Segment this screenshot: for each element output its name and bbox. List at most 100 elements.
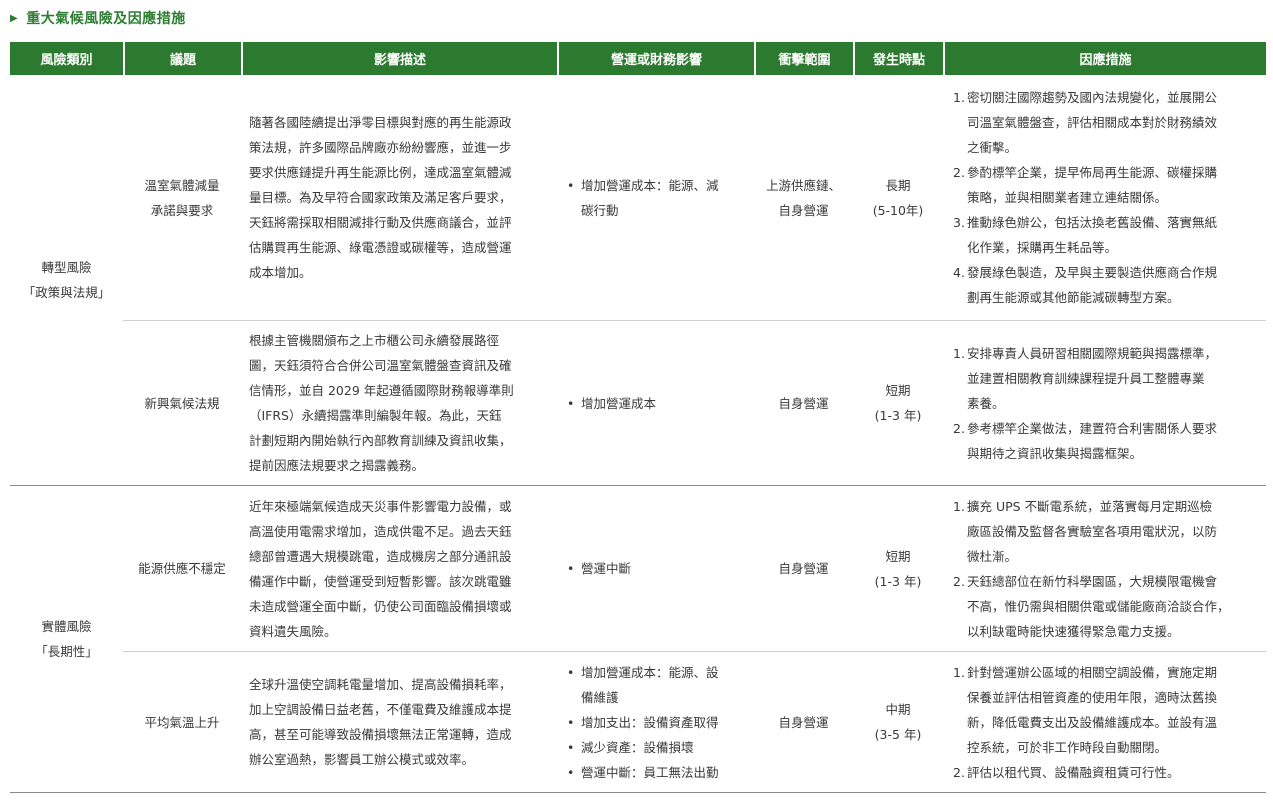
measure-text: 參考標竿企業做法，建置符合利害關係人要求 [967,420,1218,436]
measure-text: 之衝擊。 [967,140,1018,155]
scope-text: 自身營運 [778,395,829,411]
risk-category-sublabel: 「長期性」 [35,644,98,659]
time-horizon-cell: 短期 (1-3 年) [853,486,943,652]
issue-text: 溫室氣體減量 [144,177,220,193]
description-text: 備運作中斷，使營運受到短暫影響。該次跳電雖 [249,573,512,589]
impact-scope-cell: 自身營運 [754,321,853,486]
time-horizon-cell: 長期 (5-10年) [853,75,943,321]
description-text: 天鈺將需採取相關減排行動及供應商議合，並評 [249,215,512,230]
time-text: (3-5 年) [874,727,922,742]
impact-item: 營運中斷 [565,556,750,581]
impact-text: 碳行動 [581,202,619,218]
impact-item: 增加營運成本：能源、設 備維護 [565,660,750,710]
description-text: 近年來極端氣候造成天災事件影響電力設備，或 [249,498,512,514]
measure-text: 發展綠色製造，及早與主要製造供應商合作規 [967,265,1218,280]
description-text: 計劃短期內開始執行內部教育訓練及資訊收集， [249,433,512,448]
description-text: 未造成營運全面中斷，仍使公司面臨設備損壞或 [249,598,512,614]
measures-list: 1. 擴充 UPS 不斷電系統，並落實每月定期巡檢 廠區設備及監督各實驗室各項用… [953,494,1262,644]
measure-text: 控系統，可於非工作時段自動關閉。 [967,739,1168,755]
measure-text: 與期待之資訊收集與揭露框架。 [967,445,1143,461]
response-measures-cell: 1. 密切關注國際趨勢及國內法規變化，並展開公 司溫室氣體盤查，評估相關成本對於… [943,75,1266,321]
impact-item: 增加營運成本：能源、減 碳行動 [565,173,750,223]
impact-item: 增加支出：設備資產取得 [565,710,750,735]
measure-number: 2. [953,165,965,180]
measure-text: 以利缺電時能快速獲得緊急電力支援。 [967,623,1180,639]
measure-text: 擴充 UPS 不斷電系統，並落實每月定期巡檢 [967,498,1213,514]
impact-description-cell: 隨著各國陸續提出淨零目標與對應的再生能源政 策法規，許多國際品牌廠亦紛紛響應，並… [241,75,557,321]
measures-list: 1. 針對營運辦公區域的相關空調設備，實施定期 保養並評估相管資產的使用年限，適… [953,660,1262,785]
issue-cell: 新興氣候法規 [123,321,241,486]
measure-text: 廠區設備及監督各實驗室各項用電狀況，以防 [967,523,1218,539]
risk-category-label: 實體風險 [41,619,92,634]
issue-cell: 能源供應不穩定 [123,486,241,652]
header-risk-category: 風險類別 [10,42,123,75]
time-text: 長期 [885,177,911,193]
issue-text: 能源供應不穩定 [138,561,226,576]
measure-item: 4. 發展綠色製造，及早與主要製造供應商合作規 劃再生能源或其他節能減碳轉型方案… [953,260,1262,310]
measure-item: 2. 參考標竿企業做法，建置符合利害關係人要求 與期待之資訊收集與揭露框架。 [953,416,1262,466]
impact-item: 營運中斷：員工無法出勤 [565,760,750,785]
impact-item: 增加營運成本 [565,391,750,416]
measure-text: 策略，並與相關業者建立連結關係。 [967,190,1168,205]
section-title-text: 重大氣候風險及因應措施 [26,11,186,27]
impact-list: 增加營運成本：能源、設 備維護 增加支出：設備資產取得 減少資產：設備損壞 營運… [565,660,750,785]
measure-number: 2. [953,764,965,780]
triangle-right-icon: ▶ [10,12,19,24]
financial-impact-cell: 增加營運成本 [557,321,754,486]
header-impact-scope: 衝擊範圍 [754,42,853,75]
impact-list: 增加營運成本：能源、減 碳行動 [565,173,750,223]
measure-text: 安排專責人員研習相關國際規範與揭露標準， [967,345,1218,361]
impact-scope-cell: 自身營運 [754,486,853,652]
issue-text: 承諾與要求 [150,202,214,218]
impact-description-cell: 根據主管機關頒布之上市櫃公司永續發展路徑 圖，天鈺須符合合併公司溫室氣體盤查資訊… [241,321,557,486]
impact-text: 增加支出：設備資產取得 [581,714,719,730]
table-row: 平均氣溫上升 全球升溫使空調耗電量增加、提高設備損耗率， 加上空調設備日益老舊，… [10,652,1266,793]
measure-text: 天鈺總部位在新竹科學園區，大規模限電機會 [967,573,1218,589]
time-horizon-cell: 中期 (3-5 年) [853,652,943,793]
description-text: 要求供應鏈提升再生能源比例，達成溫室氣體減 [249,165,512,180]
response-measures-cell: 1. 安排專責人員研習相關國際規範與揭露標準， 並建置相關教育訓練課程提升員工整… [943,321,1266,486]
measures-list: 1. 安排專責人員研習相關國際規範與揭露標準， 並建置相關教育訓練課程提升員工整… [953,341,1262,466]
time-text: (5-10年) [872,202,924,218]
time-text: (1-3 年) [874,573,922,589]
measure-text: 微杜漸。 [967,548,1018,564]
measure-text: 不高，惟仍需與相關供電或儲能廠商洽談合作， [967,598,1230,614]
issue-cell: 溫室氣體減量 承諾與要求 [123,75,241,321]
response-measures-cell: 1. 擴充 UPS 不斷電系統，並落實每月定期巡檢 廠區設備及監督各實驗室各項用… [943,486,1266,652]
response-measures-cell: 1. 針對營運辦公區域的相關空調設備，實施定期 保養並評估相管資產的使用年限，適… [943,652,1266,793]
measure-number: 4. [953,265,965,280]
description-text: 成本增加。 [249,265,312,280]
measure-item: 1. 安排專責人員研習相關國際規範與揭露標準， 並建置相關教育訓練課程提升員工整… [953,341,1262,416]
risk-category-label: 轉型風險 [41,260,92,275]
description-text: 策法規，許多國際品牌廠亦紛紛響應，並進一步 [249,140,512,155]
measure-item: 1. 擴充 UPS 不斷電系統，並落實每月定期巡檢 廠區設備及監督各實驗室各項用… [953,494,1262,569]
measure-number: 3. [953,215,965,230]
time-text: 短期 [885,383,911,398]
impact-text: 營運中斷 [581,561,632,576]
table-header-row: 風險類別 議題 影響描述 營運或財務影響 衝擊範圍 發生時點 因應措施 [10,42,1266,75]
measure-text: 參酌標竿企業，提早佈局再生能源、碳權採購 [967,165,1218,180]
measure-number: 2. [953,420,965,436]
measure-text: 保養並評估相管資產的使用年限，適時汰舊換 [967,689,1218,705]
header-operational-financial-impact: 營運或財務影響 [557,42,754,75]
impact-scope-cell: 上游供應鏈、 自身營運 [754,75,853,321]
scope-text: 自身營運 [778,561,829,576]
description-text: （IFRS）永續揭露準則編製年報。為此，天鈺 [249,408,502,423]
financial-impact-cell: 增加營運成本：能源、設 備維護 增加支出：設備資產取得 減少資產：設備損壞 營運… [557,652,754,793]
section-title: ▶ 重大氣候風險及因應措施 [10,6,186,30]
description-text: 全球升溫使空調耗電量增加、提高設備損耗率， [249,677,512,692]
time-text: 短期 [885,548,911,564]
financial-impact-cell: 營運中斷 [557,486,754,652]
impact-text: 增加營運成本：能源、減 [581,177,719,193]
impact-list: 營運中斷 [565,556,750,581]
measure-number: 1. [953,345,965,361]
description-text: 圖，天鈺須符合合併公司溫室氣體盤查資訊及確 [249,358,512,373]
time-text: 中期 [885,702,911,717]
impact-text: 增加營運成本 [581,395,657,411]
measure-item: 2. 參酌標竿企業，提早佈局再生能源、碳權採購 策略，並與相關業者建立連結關係。 [953,160,1262,210]
table-row: 轉型風險 「政策與法規」 溫室氣體減量 承諾與要求 隨著各國陸續提出淨零目標與對… [10,75,1266,486]
table-row: 實體風險 「長期性」 能源供應不穩定 近年來極端氣候造成天災事件影響電力設備，或… [10,486,1266,793]
risk-category-sublabel: 「政策與法規」 [22,285,111,300]
risk-category-cell: 實體風險 「長期性」 [10,486,123,793]
time-text: (1-3 年) [874,408,922,423]
